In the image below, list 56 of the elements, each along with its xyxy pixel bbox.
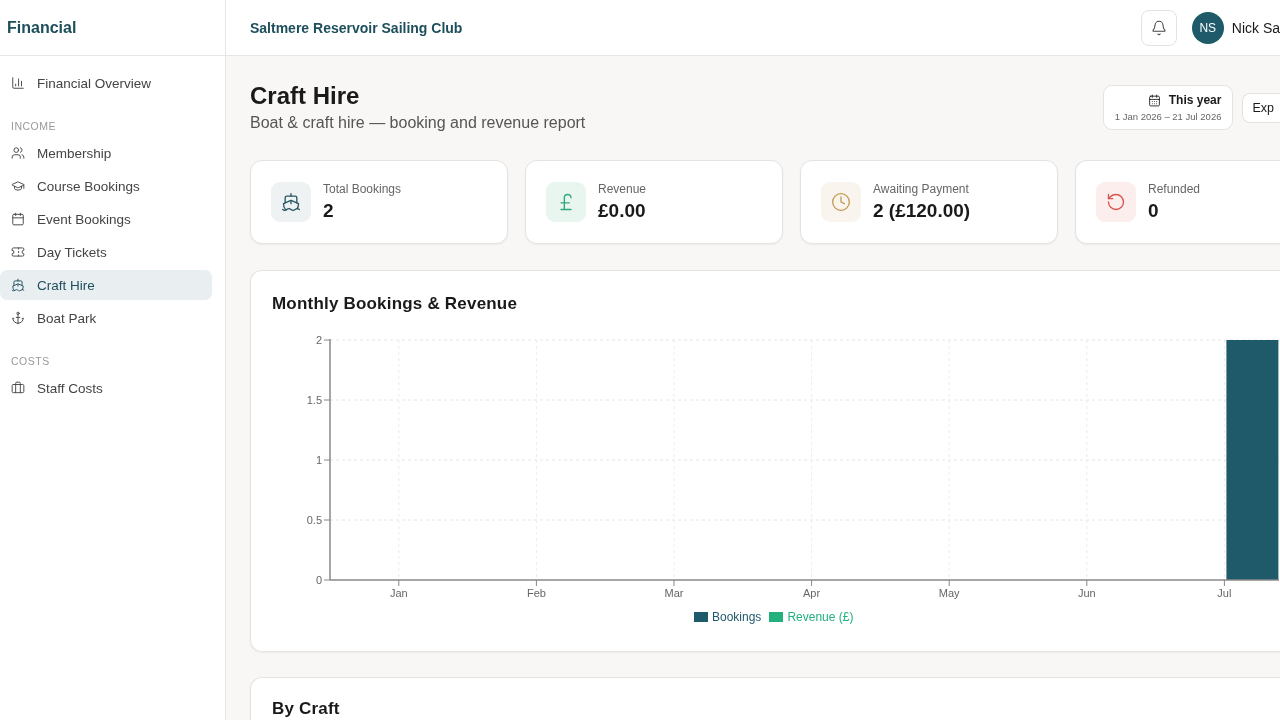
legend-label: Revenue (£)	[787, 610, 854, 624]
anchor-icon	[11, 311, 25, 325]
sidebar-item[interactable]: Financial Overview	[0, 68, 212, 98]
calendar-icon	[1147, 93, 1161, 107]
legend-label: Bookings	[712, 610, 762, 624]
stat-value: 2 (£120.00)	[873, 200, 971, 222]
export-button[interactable]: Exp	[1242, 92, 1280, 123]
users-icon	[11, 146, 25, 160]
axis-tick-label: Apr	[803, 587, 821, 599]
section-heading: COSTS	[10, 354, 50, 368]
axis-tick-label: 0.5	[306, 514, 322, 526]
club-name: Saltmere Reservoir Sailing Club	[250, 19, 463, 36]
stat-value: 2	[323, 200, 335, 222]
axis-tick-label: Jan	[389, 587, 408, 599]
axis-tick-label: Jul	[1217, 587, 1232, 599]
stat-label: Refunded	[1148, 182, 1201, 196]
axis-tick-label: May	[938, 587, 960, 599]
stat-label: Revenue	[598, 182, 647, 196]
graduation-cap-icon	[11, 179, 25, 193]
sidebar-title: Financial	[7, 18, 77, 37]
sidebar-item[interactable]: Course Bookings	[0, 171, 212, 201]
ship-icon	[271, 182, 311, 222]
calendar-icon	[11, 212, 25, 226]
briefcase-icon	[11, 381, 25, 395]
ticket-icon	[11, 245, 25, 259]
axis-tick-label: 0	[315, 574, 322, 586]
sidebar-item[interactable]: Day Tickets	[0, 237, 212, 267]
bell-icon	[1150, 19, 1167, 36]
notifications-button[interactable]	[1140, 9, 1177, 46]
axis-tick-label: Jun	[1077, 587, 1096, 599]
axis-tick-label: 2	[315, 334, 322, 346]
stat-value: 0	[1148, 200, 1160, 222]
sidebar-item[interactable]: Craft Hire	[0, 270, 212, 300]
ship-icon	[11, 278, 25, 292]
sidebar-item[interactable]: Staff Costs	[0, 373, 212, 403]
stat-value: £0.00	[598, 200, 647, 222]
sidebar-item[interactable]: Event Bookings	[0, 204, 212, 234]
bar-chart-icon	[11, 76, 25, 90]
card-title: Monthly Bookings & Revenue	[272, 293, 519, 315]
clock-icon	[821, 182, 861, 222]
stat-label: Total Bookings	[323, 182, 402, 196]
pound-sign-icon	[546, 182, 586, 222]
section-heading: INCOME	[10, 119, 56, 133]
stat-label: Awaiting Payment	[873, 182, 970, 196]
axis-tick-label: 1	[315, 454, 322, 466]
sidebar-item[interactable]: Membership	[0, 138, 212, 168]
date-range-button[interactable]: This year 1 Jan 2026 – 21 Jul 2026	[1102, 85, 1234, 130]
axis-tick-label: Mar	[664, 587, 684, 599]
axis-tick-label: Feb	[526, 587, 546, 599]
user-avatar[interactable]: NS	[1191, 11, 1224, 44]
user-name[interactable]: Nick Sa	[1231, 19, 1280, 36]
card-title: By Craft	[272, 699, 341, 719]
axis-tick-label: 1.5	[306, 394, 322, 406]
sidebar-item[interactable]: Boat Park	[0, 303, 212, 333]
page-title: Craft Hire	[250, 82, 361, 110]
page-subtitle: Boat & craft hire — booking and revenue report	[250, 113, 586, 133]
